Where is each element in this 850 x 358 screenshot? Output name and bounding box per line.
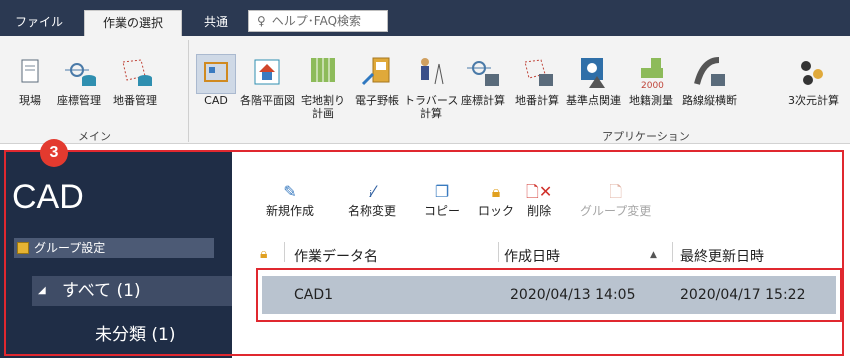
cadastral-label: 地籍測量 — [629, 94, 673, 107]
route-label: 路線縦横断 — [682, 94, 737, 107]
3d-calc-icon — [792, 54, 832, 94]
ribbon-tab-bar: ファイル 作業の選択 共通 ♀ ヘルプ･FAQ検索 — [0, 0, 850, 36]
tab-common[interactable]: 共通 — [196, 10, 236, 36]
svg-text:2000: 2000 — [641, 81, 664, 91]
apps-group-label: アプリケーション — [602, 130, 690, 143]
ribbon-coord-manage-button[interactable]: 座標管理 — [52, 54, 106, 126]
cadastral-icon: 2000 — [631, 54, 671, 94]
lot-plan-label: 宅地割り — [301, 94, 345, 107]
group-divider — [188, 40, 189, 142]
ribbon: 現場 座標管理 地番管理 メイン CAD 各階平面図 宅地割り 計画 電子野帳 … — [0, 36, 850, 144]
ribbon-route-button[interactable]: 路線縦横断 — [682, 54, 737, 126]
help-search-input[interactable]: ♀ ヘルプ･FAQ検索 — [248, 10, 388, 32]
ribbon-lot-plan-button[interactable]: 宅地割り 計画 — [296, 54, 350, 126]
ribbon-lot-calc-button[interactable]: 地番計算 — [510, 54, 564, 126]
cad-icon — [196, 54, 236, 94]
fieldbook-icon — [357, 54, 397, 94]
house-icon — [247, 54, 287, 94]
ribbon-floorplan-button[interactable]: 各階平面図 — [240, 54, 295, 126]
lot-plan-icon — [303, 54, 343, 94]
cad-label: CAD — [204, 94, 228, 107]
floorplan-label: 各階平面図 — [240, 94, 295, 107]
ribbon-fieldbook-button[interactable]: 電子野帳 — [350, 54, 404, 126]
coord-calc-label: 座標計算 — [461, 94, 505, 107]
step-badge: 3 — [40, 139, 68, 167]
tab-select-work[interactable]: 作業の選択 — [84, 10, 182, 36]
site-label: 現場 — [19, 94, 41, 107]
ribbon-cad-button[interactable]: CAD — [194, 54, 238, 126]
ribbon-3d-button[interactable]: 3次元計算 — [788, 54, 850, 126]
ribbon-cadastral-button[interactable]: 2000 地籍測量 — [624, 54, 678, 126]
route-icon — [689, 54, 729, 94]
lightbulb-icon: ♀ — [257, 14, 266, 28]
highlight-row-frame — [256, 268, 842, 322]
ribbon-site-button[interactable]: 現場 — [8, 54, 52, 126]
surveyor-icon — [411, 54, 451, 94]
lot-manage-label: 地番管理 — [113, 94, 157, 107]
traverse-label: トラバース — [404, 94, 459, 107]
ribbon-traverse-button[interactable]: トラバース 計算 — [404, 54, 458, 126]
help-placeholder: ヘルプ･FAQ検索 — [271, 14, 362, 28]
ribbon-coord-calc-button[interactable]: 座標計算 — [456, 54, 510, 126]
highlight-frame — [4, 150, 844, 356]
coord-manage-label: 座標管理 — [57, 94, 101, 107]
ribbon-benchmark-button[interactable]: 基準点関連 — [566, 54, 621, 126]
lot-db-icon — [115, 54, 155, 94]
3d-calc-label: 3次元計算 — [788, 94, 839, 107]
benchmark-label: 基準点関連 — [566, 94, 621, 107]
traverse-label2: 計算 — [420, 107, 442, 120]
document-icon — [10, 54, 50, 94]
tab-file[interactable]: ファイル — [14, 10, 64, 36]
fieldbook-label: 電子野帳 — [355, 94, 399, 107]
lot-calc-label: 地番計算 — [515, 94, 559, 107]
lot-calc-icon — [517, 54, 557, 94]
ribbon-lot-manage-button[interactable]: 地番管理 — [108, 54, 162, 126]
lot-plan-label2: 計画 — [312, 107, 334, 120]
benchmark-icon — [573, 54, 613, 94]
coord-db-icon — [59, 54, 99, 94]
coord-calc-icon — [463, 54, 503, 94]
main-group-label: メイン — [78, 130, 111, 143]
